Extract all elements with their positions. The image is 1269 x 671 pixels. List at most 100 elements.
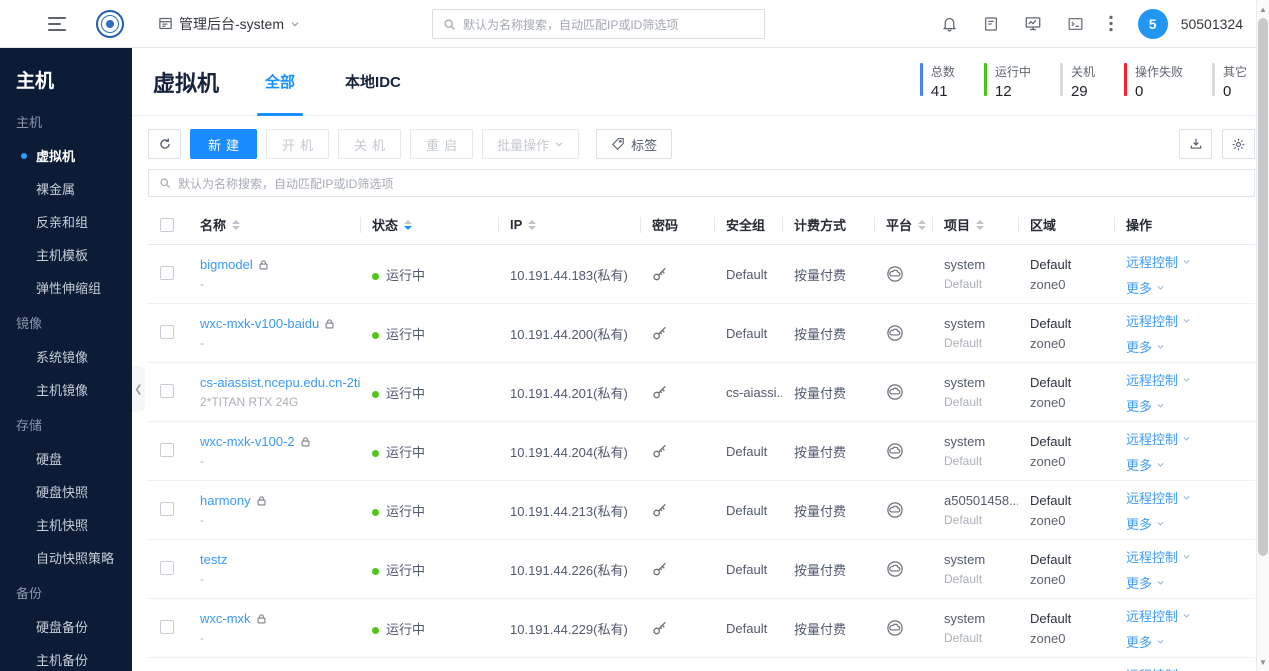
sidebar-item-主机备份[interactable]: 主机备份 — [0, 643, 132, 671]
col-header-name[interactable]: 名称 — [188, 205, 360, 244]
row-checkbox[interactable] — [160, 442, 174, 457]
password-key-icon[interactable] — [652, 266, 668, 282]
sidebar-item-虚拟机[interactable]: 虚拟机 — [0, 139, 132, 172]
more-link[interactable]: 更多 — [1126, 455, 1255, 474]
sidebar-item-反亲和组[interactable]: 反亲和组 — [0, 205, 132, 238]
docs-icon[interactable] — [983, 16, 999, 32]
power-on-button[interactable]: 开机 — [266, 129, 330, 159]
more-link[interactable]: 更多 — [1126, 514, 1255, 533]
remote-control-link[interactable]: 远程控制 — [1126, 547, 1255, 566]
password-key-icon[interactable] — [652, 443, 668, 459]
more-link[interactable]: 更多 — [1126, 278, 1255, 297]
password-key-icon[interactable] — [652, 325, 668, 341]
row-checkbox[interactable] — [160, 383, 174, 398]
create-button[interactable]: 新建 — [190, 129, 258, 159]
sort-icon[interactable] — [918, 219, 927, 230]
vm-name-link[interactable]: bigmodel — [200, 257, 253, 272]
password-key-icon[interactable] — [652, 561, 668, 577]
notification-bell-icon[interactable] — [941, 15, 958, 32]
stat-item: 其它 0 — [1211, 63, 1247, 100]
remote-control-link[interactable]: 远程控制 — [1126, 606, 1255, 625]
scrollbar-thumb[interactable] — [1258, 18, 1268, 556]
app-switcher[interactable]: 管理后台-system — [158, 14, 300, 34]
col-header-status[interactable]: 状态 — [360, 205, 498, 244]
sort-icon[interactable] — [232, 219, 241, 230]
more-link[interactable]: 更多 — [1126, 573, 1255, 592]
col-header-ip[interactable]: IP — [498, 205, 640, 244]
sidebar-collapse-handle[interactable]: ❮ — [132, 366, 145, 412]
more-link[interactable]: 更多 — [1126, 632, 1255, 651]
tag-button[interactable]: 标签 — [596, 129, 673, 159]
vm-name-link[interactable]: wxc-mxk-v100-2 — [200, 434, 295, 449]
row-checkbox[interactable] — [160, 619, 174, 634]
tab-全部[interactable]: 全部 — [257, 48, 304, 116]
sidebar-item-系统镜像[interactable]: 系统镜像 — [0, 340, 132, 373]
sidebar-item-弹性伸缩组[interactable]: 弹性伸缩组 — [0, 271, 132, 304]
scroll-up-icon[interactable]: ▲ — [1257, 2, 1269, 16]
scroll-down-icon[interactable]: ▼ — [1257, 655, 1269, 669]
select-all-checkbox[interactable] — [160, 217, 174, 232]
vertical-scrollbar[interactable]: ▲ ▼ — [1256, 0, 1269, 671]
chevron-down-icon — [1157, 462, 1164, 467]
refresh-button[interactable] — [148, 129, 181, 159]
list-filter-input[interactable]: 默认为名称搜索，自动匹配IP或ID筛选项 — [148, 169, 1255, 197]
sidebar-item-主机镜像[interactable]: 主机镜像 — [0, 373, 132, 406]
username[interactable]: 50501324 — [1181, 16, 1243, 32]
remote-control-link[interactable]: 远程控制 — [1126, 429, 1255, 448]
menu-toggle-icon[interactable] — [48, 16, 66, 31]
kebab-menu-icon[interactable] — [1109, 15, 1113, 32]
row-checkbox[interactable] — [160, 265, 174, 280]
sidebar-item-裸金属[interactable]: 裸金属 — [0, 172, 132, 205]
sidebar-item-硬盘快照[interactable]: 硬盘快照 — [0, 475, 132, 508]
global-search-input[interactable]: 默认为名称搜索，自动匹配IP或ID筛选项 — [432, 9, 765, 39]
sidebar-item-硬盘[interactable]: 硬盘 — [0, 442, 132, 475]
power-off-button[interactable]: 关机 — [338, 129, 402, 159]
col-header-project[interactable]: 项目 — [932, 205, 1018, 244]
batch-actions-button[interactable]: 批量操作 — [482, 129, 580, 159]
avatar[interactable]: 5 — [1137, 8, 1168, 39]
sort-icon[interactable] — [528, 219, 537, 230]
remote-control-link[interactable]: 远程控制 — [1126, 665, 1255, 671]
chevron-down-icon — [1183, 436, 1190, 441]
password-key-icon[interactable] — [652, 384, 668, 400]
more-link[interactable]: 更多 — [1126, 337, 1255, 356]
col-header-platform[interactable]: 平台 — [874, 205, 932, 244]
password-key-icon[interactable] — [652, 502, 668, 518]
vm-name-link[interactable]: cs-aiassist.ncepu.edu.cn-2titan — [200, 375, 360, 390]
sidebar-item-主机模板[interactable]: 主机模板 — [0, 238, 132, 271]
stat-color-bar — [919, 63, 923, 96]
vm-name-link[interactable]: wxc-mxk-v100-baidu — [200, 316, 319, 331]
status-dot — [372, 449, 379, 457]
more-link[interactable]: 更多 — [1126, 396, 1255, 415]
remote-control-link[interactable]: 远程控制 — [1126, 311, 1255, 330]
col-header-secgroup: 安全组 — [714, 205, 782, 244]
vm-name-link[interactable]: harmony — [200, 493, 251, 508]
tab-本地IDC[interactable]: 本地IDC — [345, 48, 401, 115]
row-checkbox[interactable] — [160, 560, 174, 575]
sidebar-item-硬盘备份[interactable]: 硬盘备份 — [0, 610, 132, 643]
sort-icon[interactable] — [976, 219, 985, 230]
terminal-icon[interactable] — [1067, 16, 1084, 32]
monitor-icon[interactable] — [1024, 15, 1042, 32]
column-settings-button[interactable] — [1222, 129, 1255, 159]
region-name: Default — [1030, 610, 1072, 626]
sidebar-item-自动快照策略[interactable]: 自动快照策略 — [0, 541, 132, 574]
vm-name-link[interactable]: testz — [200, 552, 227, 567]
remote-control-link[interactable]: 远程控制 — [1126, 370, 1255, 389]
stat-color-bar — [983, 63, 987, 96]
remote-control-link[interactable]: 远程控制 — [1126, 252, 1255, 271]
remote-control-link[interactable]: 远程控制 — [1126, 488, 1255, 507]
password-key-icon[interactable] — [652, 620, 668, 636]
project-name: a50501458... — [944, 493, 1018, 508]
restart-button[interactable]: 重启 — [410, 129, 474, 159]
billing-method: 按量付费 — [794, 385, 847, 401]
row-checkbox[interactable] — [160, 324, 174, 339]
col-header-action: 操作 — [1114, 205, 1255, 244]
sidebar-item-主机快照[interactable]: 主机快照 — [0, 508, 132, 541]
sidebar-group-label: 存储 — [16, 418, 43, 433]
ip-address: 10.191.44.229(私有) — [510, 621, 628, 637]
sort-icon[interactable] — [404, 219, 413, 230]
row-checkbox[interactable] — [160, 501, 174, 516]
vm-name-link[interactable]: wxc-mxk — [200, 611, 251, 626]
export-button[interactable] — [1179, 129, 1212, 159]
